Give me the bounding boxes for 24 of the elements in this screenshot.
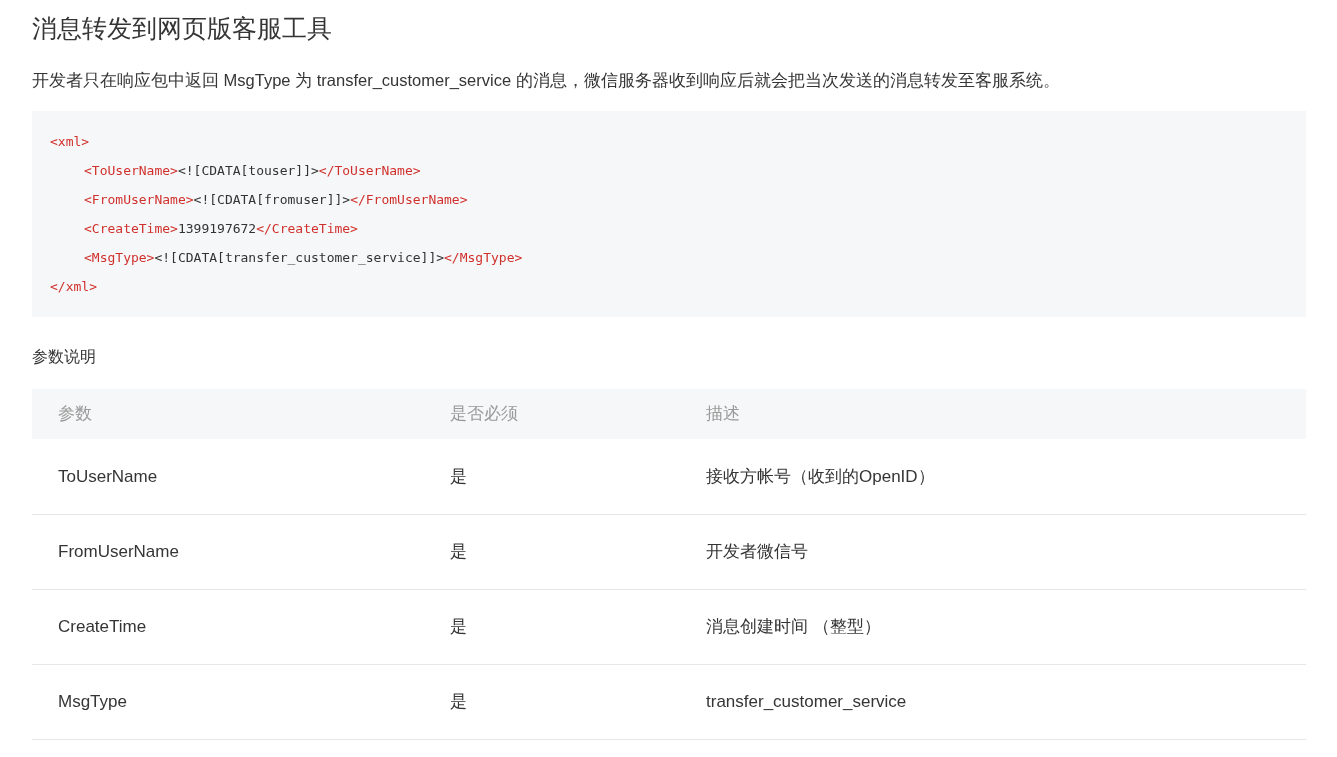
code-line: <ToUserName><![CDATA[touser]]></ToUserName> [83, 162, 421, 180]
code-line: <xml> [50, 133, 90, 151]
table-cell: 消息创建时间 （整型） [706, 589, 1306, 664]
column-header: 描述 [706, 389, 1306, 439]
table-cell: 是 [450, 664, 706, 739]
code-line: <CreateTime>1399197672</CreateTime> [83, 220, 358, 238]
table-cell: 开发者微信号 [706, 514, 1306, 589]
section-heading: 参数说明 [32, 347, 97, 367]
table-cell: transfer_customer_service [706, 664, 1306, 739]
table-cell: CreateTime [32, 589, 450, 664]
table-cell: 接收方帐号（收到的OpenID） [706, 439, 1306, 514]
code-line: <MsgType><![CDATA[transfer_customer_service]]></MsgType> [83, 249, 523, 267]
table-cell: 是 [450, 514, 706, 589]
table-cell: 是 [450, 589, 706, 664]
table-cell: MsgType [32, 664, 450, 739]
description-text: 开发者只在响应包中返回 MsgType 为 transfer_customer_service 的消息，微信服务器收到响应后就会把当次发送的消息转发至客服系统。 [32, 70, 1061, 91]
table-cell: 是 [450, 439, 706, 514]
column-header: 参数 [32, 389, 450, 439]
table-cell: FromUserName [32, 514, 450, 589]
code-line: <FromUserName><![CDATA[fromuser]]></FromUserName> [83, 191, 468, 209]
page-title: 消息转发到网页版客服工具 [32, 13, 333, 44]
column-header: 是否必须 [450, 389, 706, 439]
code-line: </xml> [50, 278, 97, 296]
table-cell: ToUserName [32, 439, 450, 514]
